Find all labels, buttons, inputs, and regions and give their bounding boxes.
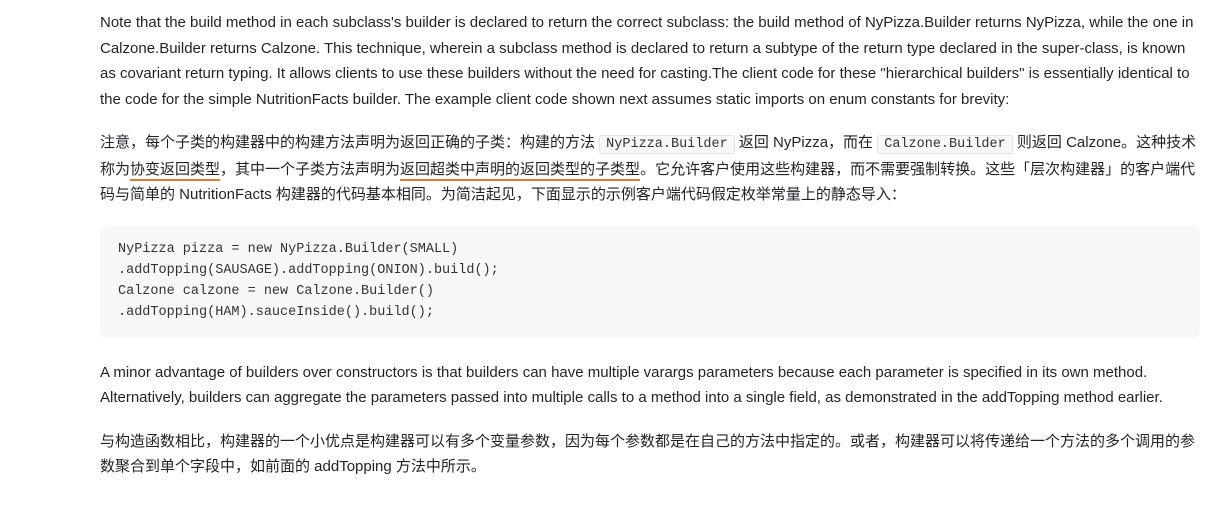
paragraph-english-1: Note that the build method in each subcl… xyxy=(100,10,1200,112)
paragraph-chinese-1: 注意，每个子类的构建器中的构建方法声明为返回正确的子类：构建的方法 NyPizz… xyxy=(100,130,1200,208)
cn1-seg1: 注意，每个子类的构建器中的构建方法声明为返回正确的子类：构建的方法 xyxy=(100,134,599,151)
annotation-underline-2: 返回超类中声明的返回类型的子类型 xyxy=(400,161,640,181)
cn1-seg4: ，其中一个子类方法声明为 xyxy=(220,161,400,178)
code-block-builder-example: NyPizza pizza = new NyPizza.Builder(SMAL… xyxy=(100,226,1200,338)
paragraph-english-2: A minor advantage of builders over const… xyxy=(100,360,1200,411)
inline-code-calzone-builder: Calzone.Builder xyxy=(877,135,1013,154)
inline-code-nypizza-builder: NyPizza.Builder xyxy=(599,135,735,154)
paragraph-chinese-2: 与构造函数相比，构建器的一个小优点是构建器可以有多个变量参数，因为每个参数都是在… xyxy=(100,429,1200,480)
cn1-seg2: 返回 NyPizza，而在 xyxy=(735,134,878,151)
annotation-underline-1: 协变返回类型 xyxy=(130,161,220,181)
